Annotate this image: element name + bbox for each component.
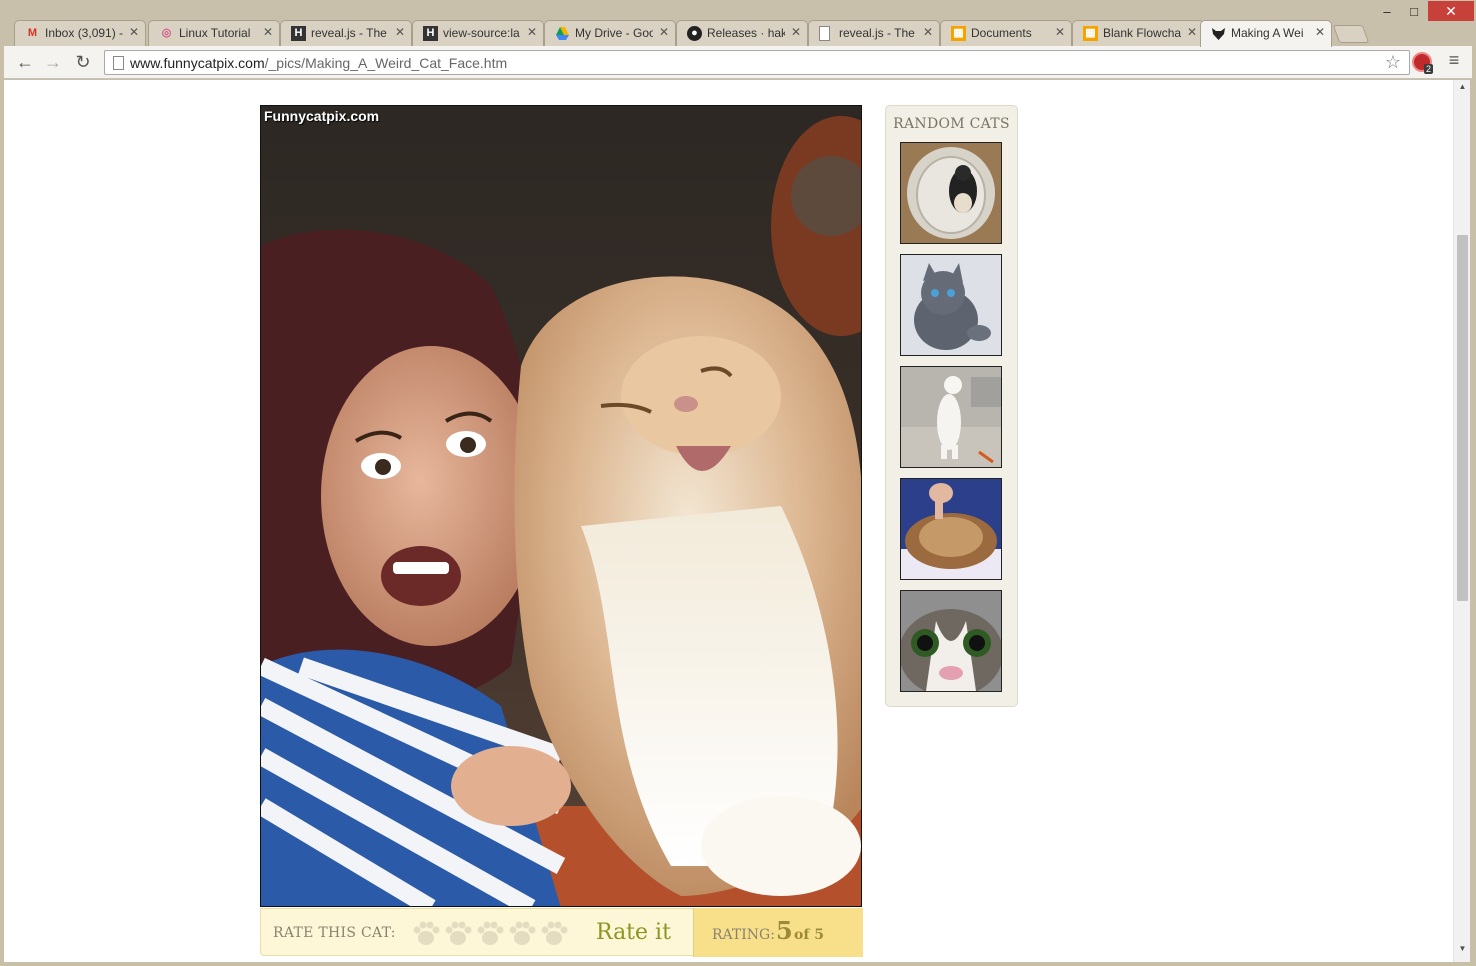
browser-toolbar: ← → ↻ www.funnycatpix.com/_pics/Making_A… — [4, 46, 1472, 79]
url-host: www.funnycatpix.com — [130, 55, 265, 71]
tab-label: reveal.js - The — [311, 26, 387, 40]
page-icon — [113, 56, 124, 70]
close-icon[interactable]: ✕ — [263, 25, 273, 39]
sidebar-title: RANDOM CATS — [893, 116, 1010, 132]
rating-value: 5 — [776, 916, 793, 945]
h-icon: H — [291, 26, 306, 41]
standing-white-cat-image — [901, 367, 1001, 467]
title-bar: – □ ✕ M Inbox (3,091) - ✕ ◎ Linux Tutori… — [0, 0, 1476, 47]
rating-display: RATING: 5 of 5 — [693, 908, 863, 957]
tab-label: view-source:la — [443, 26, 520, 40]
gmail-icon: M — [27, 27, 38, 39]
swirl-icon: ◎ — [161, 27, 172, 39]
close-icon[interactable]: ✕ — [1187, 25, 1197, 39]
forward-arrow-icon[interactable]: → — [42, 51, 64, 73]
tab-label: Making A Wei — [1231, 26, 1304, 40]
paw-icon[interactable] — [411, 919, 441, 947]
tab-view-source[interactable]: H view-source:la ✕ — [412, 20, 544, 46]
maximize-button[interactable]: □ — [1401, 4, 1427, 20]
tab-label: Inbox (3,091) - — [45, 26, 123, 40]
random-cat-thumb-2[interactable] — [900, 254, 1002, 356]
tab-inbox[interactable]: M Inbox (3,091) - ✕ — [14, 20, 146, 46]
minimize-button[interactable]: – — [1374, 4, 1400, 20]
paw-icon[interactable] — [539, 919, 569, 947]
drive-icon — [555, 26, 570, 41]
page-icon — [819, 26, 830, 41]
rating-of: of 5 — [794, 927, 824, 943]
tab-releases[interactable]: ● Releases · haki ✕ — [676, 20, 808, 46]
random-cat-thumb-4[interactable] — [900, 478, 1002, 580]
tab-my-drive[interactable]: My Drive - Goo ✕ — [544, 20, 676, 46]
random-cat-thumb-1[interactable] — [900, 142, 1002, 244]
close-icon[interactable]: ✕ — [395, 25, 405, 39]
tab-label: Documents — [971, 26, 1032, 40]
tab-label: Linux Tutorial — [179, 26, 251, 40]
paw-icon[interactable] — [443, 919, 473, 947]
close-icon[interactable]: ✕ — [791, 25, 801, 39]
paw-icon[interactable] — [475, 919, 505, 947]
scroll-down-icon[interactable]: ▼ — [1454, 942, 1471, 956]
tab-revealjs[interactable]: H reveal.js - The ✕ — [280, 20, 412, 46]
tab-label: My Drive - Goo — [575, 26, 653, 40]
extension-badge: 2 — [1424, 64, 1434, 74]
page-viewport: Funnycatpix.com RATE THIS CAT: Rate it R… — [4, 80, 1453, 962]
reload-icon[interactable]: ↻ — [72, 51, 94, 73]
bookmark-star-icon[interactable]: ☆ — [1385, 52, 1401, 73]
page-scrollbar[interactable]: ▲ ▼ — [1453, 80, 1470, 962]
tab-documents[interactable]: ▦ Documents ✕ — [940, 20, 1072, 46]
scroll-up-icon[interactable]: ▲ — [1454, 80, 1471, 94]
url-path: /_pics/Making_A_Weird_Cat_Face.htm — [264, 55, 508, 71]
rate-it-button[interactable]: Rate it — [596, 920, 671, 945]
cat-in-hamper-image — [901, 143, 1001, 243]
grid-icon: ▦ — [1083, 26, 1098, 41]
photo-illustration — [261, 106, 861, 906]
back-arrow-icon[interactable]: ← — [14, 51, 36, 73]
rate-this-cat-label: RATE THIS CAT: — [273, 925, 396, 941]
address-bar[interactable]: www.funnycatpix.com/_pics/Making_A_Weird… — [104, 50, 1410, 75]
close-icon[interactable]: ✕ — [527, 25, 537, 39]
h-icon: H — [423, 26, 438, 41]
photo-watermark: Funnycatpix.com — [264, 108, 380, 124]
url-text[interactable]: www.funnycatpix.com/_pics/Making_A_Weird… — [130, 55, 507, 71]
close-icon[interactable]: ✕ — [659, 25, 669, 39]
tab-label: reveal.js - The — [839, 26, 915, 40]
cat-icon — [1211, 26, 1226, 41]
random-cats-sidebar: RANDOM CATS — [885, 105, 1018, 707]
rate-bar: RATE THIS CAT: Rate it RATING: 5 of 5 — [260, 908, 863, 957]
new-tab-button[interactable] — [1332, 25, 1370, 43]
tab-revealjs-2[interactable]: reveal.js - The ✕ — [808, 20, 940, 46]
github-icon: ● — [687, 26, 702, 41]
tab-making-a-weird[interactable]: Making A Wei ✕ — [1200, 20, 1332, 47]
menu-icon[interactable]: ≡ — [1444, 50, 1464, 72]
tab-blank-flowchart[interactable]: ▦ Blank Flowcha ✕ — [1072, 20, 1204, 46]
close-icon[interactable]: ✕ — [923, 25, 933, 39]
close-icon[interactable]: ✕ — [1055, 25, 1065, 39]
scroll-thumb[interactable] — [1457, 235, 1468, 601]
close-window-button[interactable]: ✕ — [1428, 1, 1474, 21]
tab-label: Blank Flowcha — [1103, 26, 1181, 40]
main-cat-photo[interactable]: Funnycatpix.com — [260, 105, 862, 907]
wide-eyed-cat-image — [901, 591, 1001, 691]
tab-linux-tutorial[interactable]: ◎ Linux Tutorial ✕ — [148, 20, 280, 46]
tab-label: Releases · haki — [707, 26, 785, 40]
close-icon[interactable]: ✕ — [129, 25, 139, 39]
grey-kitten-image — [901, 255, 1001, 355]
rating-label: RATING: — [712, 927, 775, 943]
random-cat-thumb-5[interactable] — [900, 590, 1002, 692]
fluffy-brown-cat-image — [901, 479, 1001, 579]
grid-icon: ▦ — [951, 26, 966, 41]
close-icon[interactable]: ✕ — [1315, 25, 1325, 39]
random-cat-thumb-3[interactable] — [900, 366, 1002, 468]
paw-icon[interactable] — [507, 919, 537, 947]
